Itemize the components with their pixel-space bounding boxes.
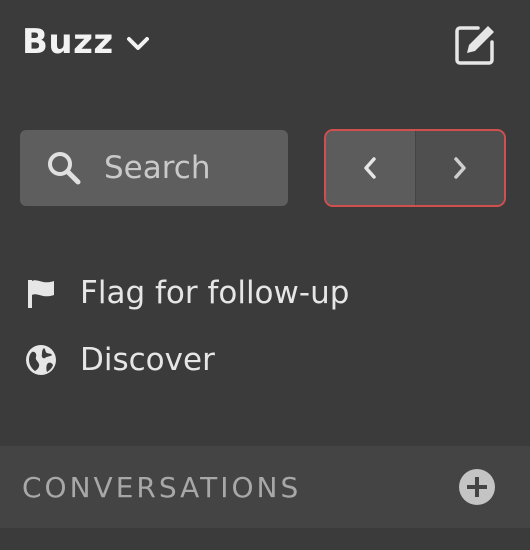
forward-button[interactable] [414,131,504,205]
search-input[interactable] [104,150,274,186]
plus-circle-icon[interactable] [458,468,496,506]
section-title: CONVERSATIONS [22,470,302,504]
search-icon [48,152,81,185]
workspace-switcher[interactable]: Buzz [22,22,150,62]
nav-item-label: Discover [80,342,215,378]
nav-item-label: Flag for follow-up [80,275,350,311]
sidebar: Buzz Flag for follow-u [0,0,530,550]
conversations-section-header: CONVERSATIONS [0,446,530,528]
workspace-name: Buzz [22,22,114,62]
search-box[interactable] [20,130,288,206]
chevron-down-icon [126,37,149,50]
nav-item-flag-for-follow-up[interactable]: Flag for follow-up [24,275,349,311]
globe-icon [26,345,56,375]
nav-item-discover[interactable]: Discover [24,342,215,378]
chevron-left-icon [364,157,376,179]
back-button[interactable] [326,131,415,205]
history-navigation [324,129,506,207]
chevron-right-icon [454,157,466,179]
flag-icon [28,280,54,308]
compose-icon[interactable] [452,22,498,68]
